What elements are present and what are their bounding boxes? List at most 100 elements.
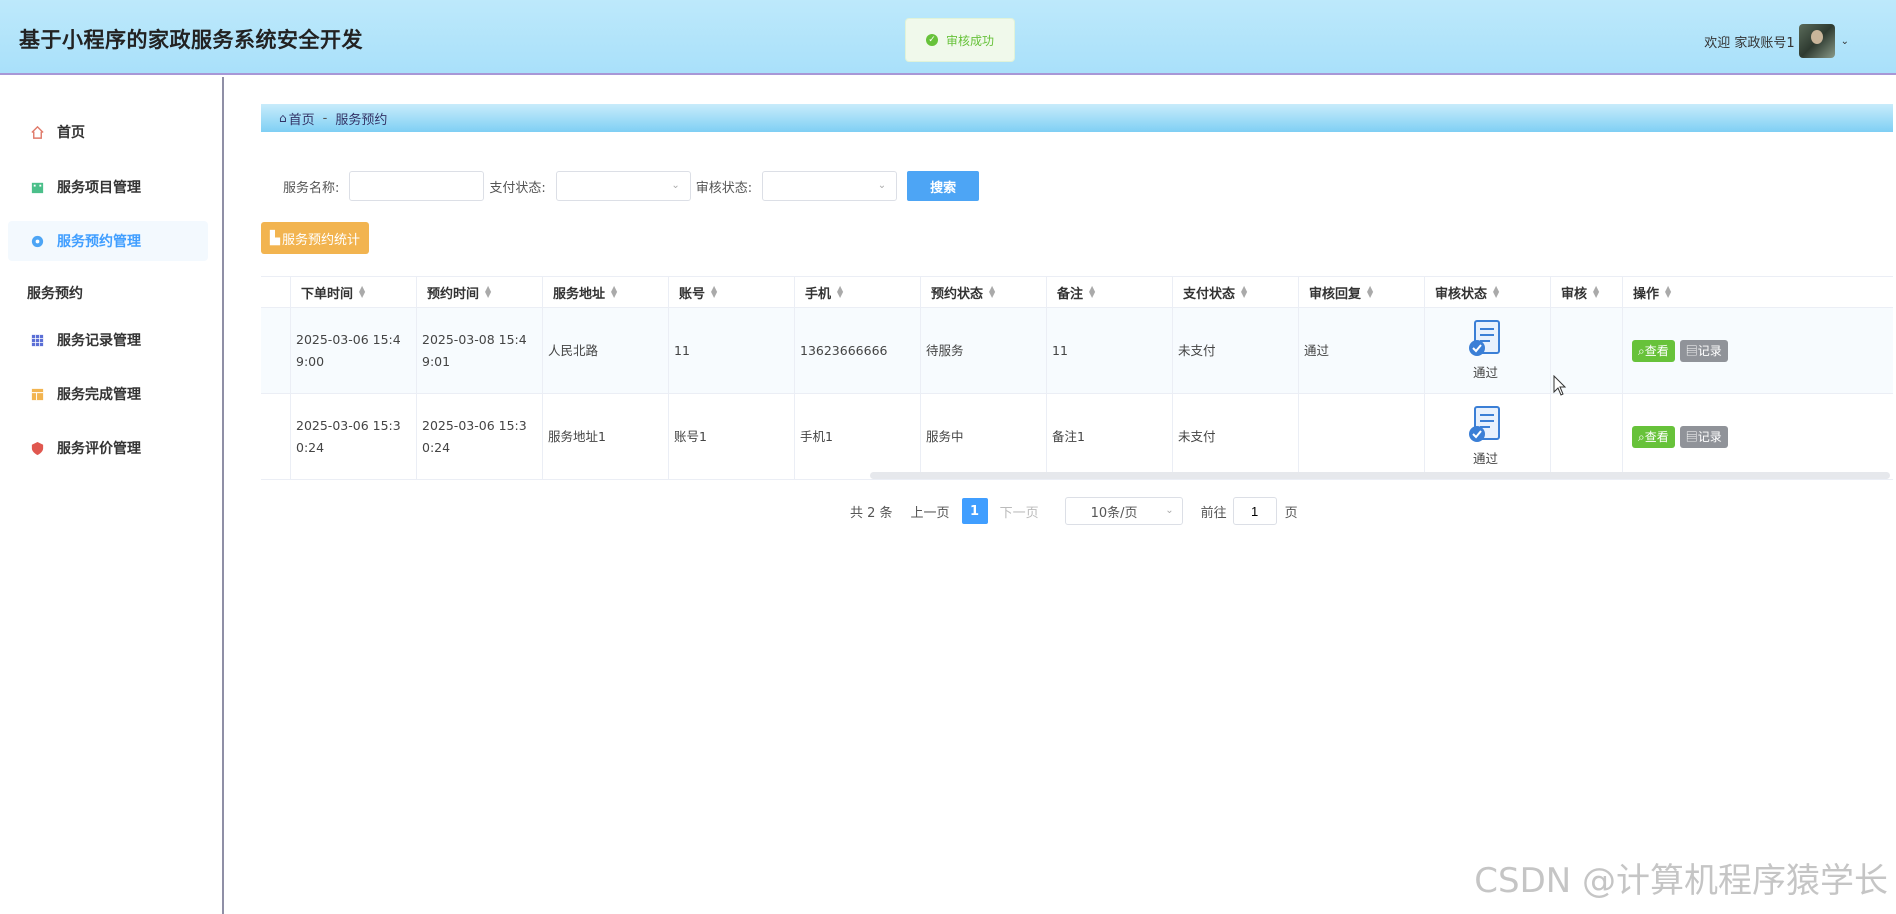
document-icon: ▤: [1685, 430, 1698, 444]
audit-status-text: 通过: [1472, 364, 1498, 380]
chevron-down-icon: ⌄: [877, 180, 887, 191]
sort-icon[interactable]: ▲ ▼: [485, 285, 491, 299]
audit-status-text: 通过: [1472, 450, 1498, 466]
column-header[interactable]: 下单时间 ▲ ▼: [291, 277, 417, 307]
cell-account: 账号1: [669, 394, 795, 479]
sort-icon[interactable]: ▲ ▼: [1593, 285, 1599, 299]
service-name-label: 服务名称:: [283, 180, 340, 196]
table-row: 2025-03-06 15:30:24 2025-03-06 15:30:24 …: [261, 394, 1893, 480]
mouse-cursor-icon: [1553, 375, 1567, 396]
cell-actions: ⌕查看 ▤记录: [1623, 308, 1893, 393]
page-suffix: 页: [1284, 505, 1298, 521]
user-menu[interactable]: 欢迎 家政账号1 ⌄: [1704, 24, 1849, 58]
appointments-table: 下单时间 ▲ ▼ 预约时间 ▲ ▼ 服务地址 ▲ ▼ 账号 ▲ ▼ 手机 ▲ ▼ 预约状态 ▲ ▼ 备注…: [261, 276, 1893, 480]
search-button[interactable]: 搜索: [907, 171, 980, 201]
table-icon: [31, 388, 44, 400]
cell-appoint-time: 2025-03-06 15:30:24: [417, 394, 543, 479]
approved-document-icon: [1468, 319, 1500, 356]
pay-status-select[interactable]: ⌄: [555, 171, 691, 201]
success-toast: ✓ 审核成功: [905, 18, 1015, 62]
approved-document-icon: [1468, 405, 1500, 442]
sort-icon[interactable]: ▲ ▼: [837, 285, 843, 299]
breadcrumb-separator: -: [322, 110, 328, 126]
avatar[interactable]: [1798, 24, 1835, 58]
chevron-down-icon: ⌄: [671, 180, 680, 191]
column-header[interactable]: 预约时间 ▲ ▼: [417, 277, 543, 307]
document-icon: ▤: [1685, 344, 1698, 358]
sort-icon[interactable]: ▲ ▼: [989, 285, 995, 299]
horizontal-scrollbar[interactable]: [870, 472, 1890, 479]
column-header[interactable]: 备注 ▲ ▼: [1047, 277, 1173, 307]
sidebar-sub-label[interactable]: 服务预约: [27, 283, 83, 303]
view-button[interactable]: ⌕查看: [1632, 339, 1675, 362]
column-header[interactable]: 审核回复 ▲ ▼: [1299, 277, 1425, 307]
welcome-text: 欢迎 家政账号1: [1704, 35, 1795, 51]
column-header[interactable]: 审核 ▲ ▼: [1551, 277, 1623, 307]
column-header[interactable]: 预约状态 ▲ ▼: [921, 277, 1047, 307]
breadcrumb-home[interactable]: 首页: [289, 109, 315, 128]
search-icon: ⌕: [1638, 344, 1645, 358]
cell-address: 人民北路: [543, 308, 669, 393]
search-form: 服务名称: 支付状态: ⌄ 审核状态: ⌄ 搜索: [283, 171, 980, 201]
log-button[interactable]: ▤记录: [1679, 425, 1728, 448]
sidebar-item-service-records[interactable]: 服务记录管理: [8, 320, 208, 360]
cell-audit-status: 通过: [1425, 308, 1551, 393]
column-header[interactable]: 手机 ▲ ▼: [795, 277, 921, 307]
sidebar-item-label: 首页: [57, 125, 85, 141]
toast-text: 审核成功: [945, 33, 994, 48]
column-header[interactable]: 支付状态 ▲ ▼: [1173, 277, 1299, 307]
goto-label: 前往: [1200, 505, 1227, 521]
page-size-select[interactable]: 10条/页 ⌄: [1064, 497, 1183, 525]
table-header: 下单时间 ▲ ▼ 预约时间 ▲ ▼ 服务地址 ▲ ▼ 账号 ▲ ▼ 手机 ▲ ▼ 预约状态 ▲ ▼ 备注…: [261, 276, 1893, 308]
column-header[interactable]: 账号 ▲ ▼: [669, 277, 795, 307]
column-header[interactable]: 审核状态 ▲ ▼: [1425, 277, 1551, 307]
sidebar-item-home[interactable]: 首页: [8, 112, 208, 152]
sort-icon[interactable]: ▲ ▼: [1241, 285, 1247, 299]
breadcrumb: ⌂ 首页 - 服务预约: [261, 104, 1893, 132]
sort-icon[interactable]: ▲ ▼: [1367, 285, 1373, 299]
page-number-button[interactable]: 1: [961, 498, 988, 524]
sort-icon[interactable]: ▲ ▼: [1089, 285, 1095, 299]
cell-actions: ⌕查看 ▤记录: [1623, 394, 1893, 479]
view-button[interactable]: ⌕查看: [1632, 425, 1675, 448]
sort-icon[interactable]: ▲ ▼: [711, 285, 717, 299]
home-icon: [31, 125, 44, 139]
chevron-down-icon[interactable]: ⌄: [1841, 36, 1849, 47]
sidebar-item-service-reviews[interactable]: 服务评价管理: [8, 428, 208, 468]
sort-icon[interactable]: ▲ ▼: [1665, 285, 1671, 299]
service-name-input[interactable]: [349, 171, 485, 201]
search-icon: ⌕: [1638, 430, 1645, 444]
cell-audit: [1551, 394, 1623, 479]
column-header[interactable]: 操作 ▲ ▼: [1623, 277, 1893, 307]
cell-order-time: 2025-03-06 15:30:24: [291, 394, 417, 479]
next-page-button[interactable]: 下一页: [1000, 502, 1039, 521]
sort-icon[interactable]: ▲ ▼: [1493, 285, 1499, 299]
app-title: 基于小程序的家政服务系统安全开发: [19, 28, 363, 52]
goto-page-input[interactable]: [1232, 497, 1277, 525]
sort-icon[interactable]: ▲ ▼: [611, 285, 617, 299]
table-header-index: [261, 277, 291, 307]
cell-order-time: 2025-03-06 15:49:00: [291, 308, 417, 393]
shield-icon: [31, 441, 44, 455]
log-button[interactable]: ▤记录: [1679, 339, 1728, 362]
watermark: CSDN @计算机程序猿学长: [1474, 861, 1888, 901]
chevron-down-icon: ⌄: [1165, 505, 1174, 516]
dot-icon: [31, 235, 44, 247]
stats-button[interactable]: ▙ 服务预约统计: [261, 222, 369, 254]
prev-page-button[interactable]: 上一页: [911, 502, 950, 521]
column-header[interactable]: 服务地址 ▲ ▼: [543, 277, 669, 307]
sidebar-item-service-projects[interactable]: 服务项目管理: [8, 167, 208, 207]
cell-reply: [1299, 394, 1425, 479]
cell-phone: 手机1: [795, 394, 921, 479]
sidebar-item-service-completion[interactable]: 服务完成管理: [8, 374, 208, 414]
pagination-total: 共 2 条: [850, 505, 893, 521]
cell-remark: 备注1: [1047, 394, 1173, 479]
audit-status-select[interactable]: ⌄: [762, 171, 898, 201]
cell-address: 服务地址1: [543, 394, 669, 479]
building-icon: [31, 182, 44, 193]
table-row: 2025-03-06 15:49:00 2025-03-08 15:49:01 …: [261, 308, 1893, 394]
sort-icon[interactable]: ▲ ▼: [359, 285, 365, 299]
sidebar-item-label: 服务记录管理: [57, 333, 141, 349]
stats-button-label: 服务预约统计: [281, 231, 360, 247]
sidebar-item-service-appointments[interactable]: 服务预约管理: [8, 221, 208, 261]
